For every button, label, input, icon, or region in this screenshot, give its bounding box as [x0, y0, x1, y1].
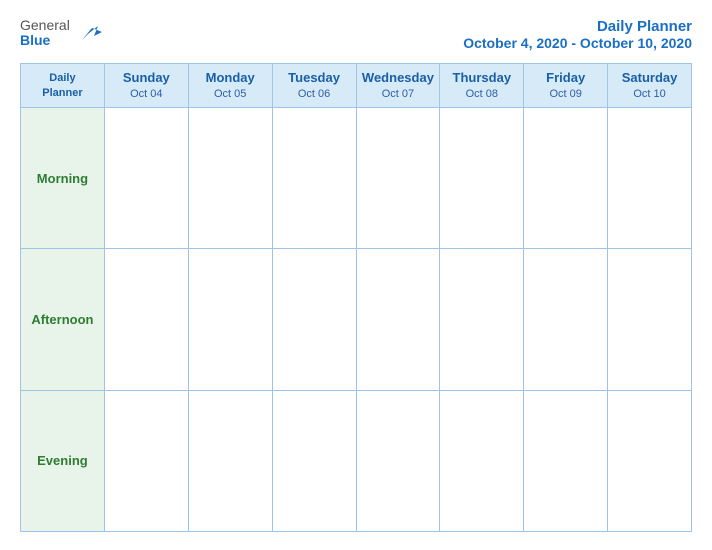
cell-afternoon-friday[interactable] — [524, 249, 608, 390]
logo: General Blue — [20, 18, 104, 49]
col-header-saturday: Saturday Oct 10 — [608, 64, 692, 108]
header-daily-label: DailyPlanner — [23, 71, 102, 100]
table-row-morning: Morning — [21, 108, 692, 249]
cell-morning-sunday[interactable] — [104, 108, 188, 249]
cell-morning-saturday[interactable] — [608, 108, 692, 249]
logo-general: General — [20, 18, 70, 33]
logo-bird-icon — [74, 18, 104, 48]
cell-afternoon-saturday[interactable] — [608, 249, 692, 390]
cell-afternoon-thursday[interactable] — [440, 249, 524, 390]
table-row-afternoon: Afternoon — [21, 249, 692, 390]
cell-afternoon-sunday[interactable] — [104, 249, 188, 390]
date-range: October 4, 2020 - October 10, 2020 — [463, 35, 692, 51]
cell-afternoon-wednesday[interactable] — [356, 249, 440, 390]
logo-blue: Blue — [20, 33, 70, 48]
row-label-evening: Evening — [21, 390, 105, 531]
cell-evening-friday[interactable] — [524, 390, 608, 531]
table-header-label: DailyPlanner — [21, 64, 105, 108]
header: General Blue Daily Planner October 4, 20… — [20, 18, 692, 51]
cell-morning-tuesday[interactable] — [272, 108, 356, 249]
table-row-evening: Evening — [21, 390, 692, 531]
page: General Blue Daily Planner October 4, 20… — [0, 0, 712, 550]
cell-evening-thursday[interactable] — [440, 390, 524, 531]
table-header-row: DailyPlanner Sunday Oct 04 Monday Oct 05… — [21, 64, 692, 108]
cell-morning-friday[interactable] — [524, 108, 608, 249]
cell-evening-wednesday[interactable] — [356, 390, 440, 531]
col-header-tuesday: Tuesday Oct 06 — [272, 64, 356, 108]
cell-evening-tuesday[interactable] — [272, 390, 356, 531]
calendar-table: DailyPlanner Sunday Oct 04 Monday Oct 05… — [20, 63, 692, 532]
col-header-sunday: Sunday Oct 04 — [104, 64, 188, 108]
row-label-morning: Morning — [21, 108, 105, 249]
row-label-afternoon: Afternoon — [21, 249, 105, 390]
col-header-friday: Friday Oct 09 — [524, 64, 608, 108]
cell-evening-saturday[interactable] — [608, 390, 692, 531]
cell-evening-sunday[interactable] — [104, 390, 188, 531]
cell-morning-monday[interactable] — [188, 108, 272, 249]
col-header-monday: Monday Oct 05 — [188, 64, 272, 108]
title-block: Daily Planner October 4, 2020 - October … — [463, 18, 692, 51]
cell-morning-thursday[interactable] — [440, 108, 524, 249]
col-header-wednesday: Wednesday Oct 07 — [356, 64, 440, 108]
app-title: Daily Planner — [463, 18, 692, 35]
col-header-thursday: Thursday Oct 08 — [440, 64, 524, 108]
cell-afternoon-tuesday[interactable] — [272, 249, 356, 390]
cell-morning-wednesday[interactable] — [356, 108, 440, 249]
cell-afternoon-monday[interactable] — [188, 249, 272, 390]
cell-evening-monday[interactable] — [188, 390, 272, 531]
